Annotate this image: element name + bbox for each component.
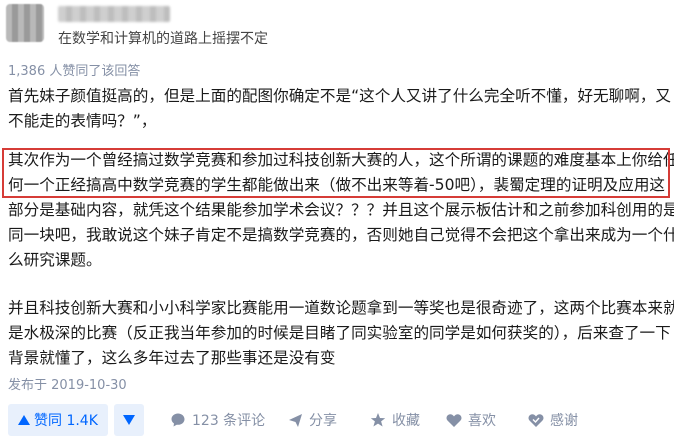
text-line: 同一块吧，我敢说这个妹子肯定不是搞数学竞赛的，否则她自己觉得不会把这个拿出来成为…: [8, 226, 674, 244]
text-line: 是水极深的比赛（反正我当年参加的时候是目睹了同实验室的同学是如何获奖的），后来查…: [8, 324, 671, 342]
share-button[interactable]: 分享: [288, 404, 337, 436]
comment-label: 123 条评论: [192, 413, 266, 429]
triangle-down-icon: [123, 415, 135, 425]
like-label: 喜欢: [468, 413, 496, 429]
answer-header: 在数学和计算机的道路上摇摆不定: [0, 0, 674, 52]
text-line: 首先妹子颜值挺高的，但是上面的配图你确定不是“这个人又讲了什么完全听不懂，好无聊…: [8, 87, 672, 105]
like-button[interactable]: 喜欢: [446, 404, 496, 436]
text-line: 其次作为一个曾经搞过数学竞赛和参加过科技创新大赛的人，这个所谓的课题的难度基本上…: [8, 151, 674, 169]
publish-date[interactable]: 发布于 2019-10-30: [8, 374, 127, 393]
vote-down-button[interactable]: [114, 404, 144, 436]
vote-up-label: 赞同 1.4K: [34, 413, 98, 429]
author-name-blurred[interactable]: [58, 6, 170, 22]
author-headline: 在数学和计算机的道路上摇摆不定: [58, 31, 268, 47]
share-icon: [288, 413, 303, 428]
answer-paragraph-2: 其次作为一个曾经搞过数学竞赛和参加过科技创新大赛的人，这个所谓的课题的难度基本上…: [8, 148, 674, 273]
comment-button[interactable]: 123 条评论: [170, 404, 265, 436]
star-icon: [370, 412, 386, 428]
thank-label: 感谢: [550, 413, 578, 429]
favorite-label: 收藏: [392, 413, 420, 429]
text-line: 么研究课题。: [8, 251, 102, 269]
avatar[interactable]: [6, 4, 44, 42]
action-bar: 赞同 1.4K 123 条评论 分享 收藏 喜欢 感谢: [0, 404, 674, 438]
comment-icon: [170, 412, 186, 428]
share-label: 分享: [309, 413, 337, 429]
upvote-summary[interactable]: 1,386 人赞同了该回答: [8, 60, 140, 79]
text-line: 部分是基础内容，就凭这个结果能参加学术会议？？？并且这个展示板估计和之前参加科创…: [8, 201, 674, 219]
triangle-up-icon: [18, 415, 30, 425]
thank-button[interactable]: 感谢: [528, 404, 578, 436]
text-line: 背景就懂了，这么多年过去了那些事还是没有变: [8, 349, 336, 367]
heart-thanks-icon: [528, 413, 544, 428]
text-line: 不能走的表情吗？”，: [8, 112, 157, 130]
text-line: 何一个正经搞高中数学竞赛的学生都能做出来（做不出来等着-50吧），裴蜀定理的证明…: [8, 176, 666, 194]
answer-paragraph-3: 并且科技创新大赛和小小科学家比赛能用一道数论题拿到一等奖也是很奇迹了，这两个比赛…: [8, 296, 674, 371]
favorite-button[interactable]: 收藏: [370, 404, 420, 436]
answer-paragraph-1: 首先妹子颜值挺高的，但是上面的配图你确定不是“这个人又讲了什么完全听不懂，好无聊…: [8, 84, 672, 134]
text-line: 并且科技创新大赛和小小科学家比赛能用一道数论题拿到一等奖也是很奇迹了，这两个比赛…: [8, 299, 674, 317]
vote-up-button[interactable]: 赞同 1.4K: [8, 404, 108, 436]
heart-icon: [446, 413, 462, 428]
